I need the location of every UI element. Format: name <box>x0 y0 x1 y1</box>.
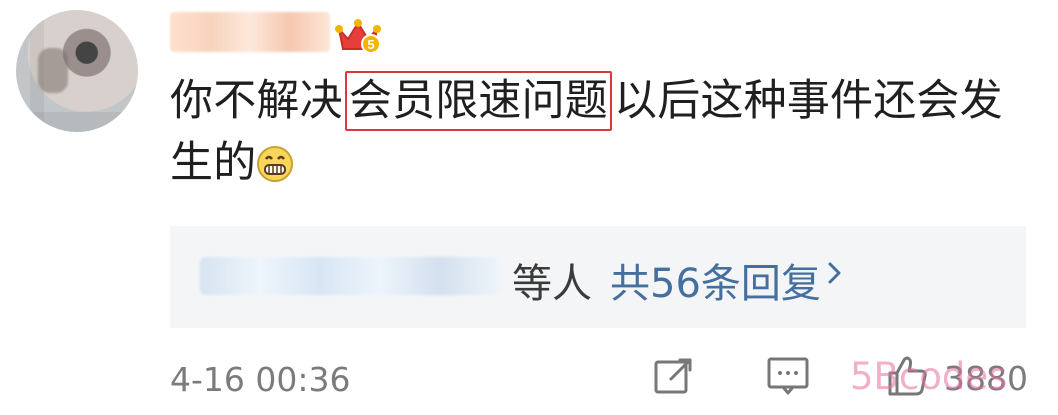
comment-before: 你不解决 <box>170 76 343 126</box>
watermark: 5Bcodes <box>850 355 1008 398</box>
comment-last-line: 生的 <box>170 138 257 188</box>
comment-after: 以后这种事件还会发 <box>614 76 1003 126</box>
comment-text: 你不解决 会员限速问题 以后这种事件还会发 生的 <box>170 70 1030 194</box>
avatar[interactable] <box>16 10 138 132</box>
chevron-right-icon[interactable] <box>824 261 846 285</box>
grin-emoji-icon <box>257 146 294 182</box>
username-redacted[interactable] <box>170 12 330 52</box>
replies-preview[interactable]: 等人 共56条回复 <box>170 226 1026 328</box>
reply-users-redacted[interactable] <box>200 257 500 295</box>
comment-icon[interactable] <box>765 354 811 398</box>
share-icon[interactable] <box>652 354 696 398</box>
svg-text:5: 5 <box>367 37 374 52</box>
crown-vip-icon: 5 <box>335 19 381 54</box>
replies-link[interactable]: 共56条回复 <box>610 251 821 309</box>
reply-suffix: 等人 <box>512 261 592 307</box>
comment-time: 4-16 00:36 <box>170 360 351 399</box>
highlighted-phrase: 会员限速问题 <box>344 71 613 131</box>
